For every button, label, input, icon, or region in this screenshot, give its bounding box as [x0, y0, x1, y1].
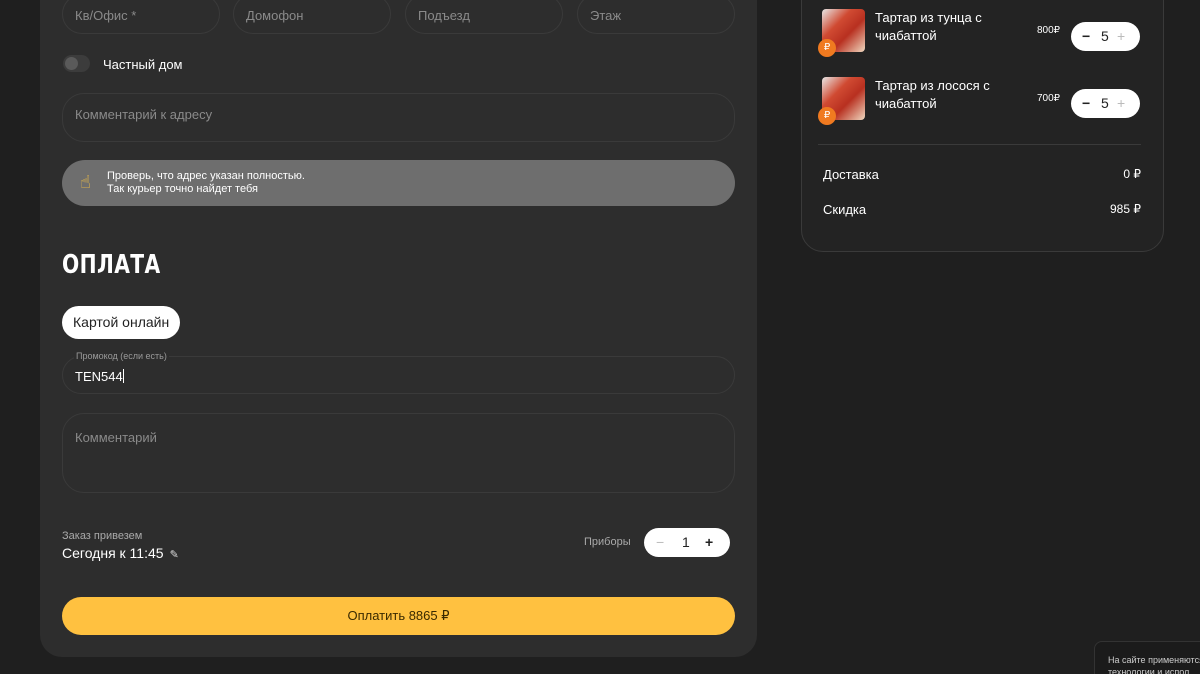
notice-line-1: Проверь, что адрес указан полностью.: [107, 170, 305, 182]
delivery-time-label: Заказ привезем: [62, 530, 143, 542]
pointing-hand-icon: ☝: [80, 172, 91, 192]
item-price: 700₽: [1037, 93, 1061, 104]
item-qty-stepper: − 5 +: [1071, 22, 1140, 51]
pencil-icon[interactable]: ✎: [170, 549, 179, 561]
minus-icon[interactable]: −: [656, 534, 664, 550]
cutlery-count: 1: [682, 534, 690, 550]
private-house-toggle[interactable]: [63, 55, 90, 72]
item-name: Тартар из лосося с чиабаттой: [875, 78, 990, 111]
ruble-badge-icon: ₽: [818, 107, 836, 125]
promo-code-label: Промокод (если есть): [74, 351, 169, 361]
cutlery-label: Приборы: [584, 536, 631, 548]
promo-code-field[interactable]: TEN544: [62, 356, 735, 394]
pay-by-card-button[interactable]: Картой онлайн: [62, 306, 181, 339]
notice-line-2: Так курьер точно найдет тебя: [107, 183, 258, 195]
floor-field[interactable]: Этаж: [577, 0, 735, 34]
order-comment-placeholder: Комментарий: [75, 430, 157, 445]
plus-icon[interactable]: +: [705, 534, 713, 550]
discount-value: 985 ₽: [1110, 202, 1141, 216]
entrance-placeholder: Подъезд: [418, 8, 470, 23]
address-comment-placeholder: Комментарий к адресу: [75, 107, 213, 122]
plus-icon[interactable]: +: [1117, 28, 1125, 44]
address-comment-field[interactable]: Комментарий к адресу: [62, 93, 735, 142]
item-qty-stepper: − 5 +: [1071, 89, 1140, 118]
private-house-label: Частный дом: [103, 57, 183, 72]
order-comment-field[interactable]: Комментарий: [62, 413, 735, 493]
pay-button[interactable]: Оплатить 8865 ₽: [62, 597, 735, 635]
intercom-placeholder: Домофон: [246, 8, 304, 23]
delivery-cost-row: Доставка 0 ₽: [823, 167, 1141, 182]
delivery-cost-value: 0 ₽: [1123, 167, 1141, 181]
floor-placeholder: Этаж: [590, 8, 622, 23]
delivery-time[interactable]: Сегодня к 11:45 ✎: [62, 545, 179, 561]
ruble-badge-icon: ₽: [818, 39, 836, 57]
apartment-field[interactable]: Кв/Офис *: [62, 0, 220, 34]
entrance-field[interactable]: Подъезд: [405, 0, 563, 34]
plus-icon[interactable]: +: [1117, 95, 1125, 111]
text-caret: [122, 369, 124, 383]
intercom-field[interactable]: Домофон: [233, 0, 391, 34]
delivery-time-value: Сегодня к 11:45: [62, 545, 164, 561]
item-qty: 5: [1101, 28, 1109, 44]
cutlery-stepper: − 1 +: [644, 528, 730, 557]
address-notice: ☝ Проверь, что адрес указан полностью. Т…: [62, 160, 735, 206]
minus-icon[interactable]: −: [1082, 28, 1090, 44]
item-qty: 5: [1101, 95, 1109, 111]
cookie-line-2: технологии и испол: [1108, 667, 1190, 674]
minus-icon[interactable]: −: [1082, 95, 1090, 111]
promo-code-value-wrap: TEN544: [75, 369, 124, 384]
cookie-line-1: На сайте применяются: [1108, 655, 1200, 665]
cookie-banner[interactable]: На сайте применяются технологии и испол: [1094, 641, 1200, 674]
discount-label: Скидка: [823, 202, 867, 217]
payment-title: ОПЛАТА: [62, 250, 161, 280]
item-price: 800₽: [1037, 25, 1061, 36]
item-name: Тартар из тунца с чиабаттой: [875, 10, 982, 43]
apartment-placeholder: Кв/Офис *: [75, 8, 137, 23]
cart-divider: [818, 144, 1141, 145]
promo-code-value: TEN544: [75, 369, 123, 384]
delivery-cost-label: Доставка: [823, 167, 879, 182]
discount-row: Скидка 985 ₽: [823, 202, 1141, 217]
